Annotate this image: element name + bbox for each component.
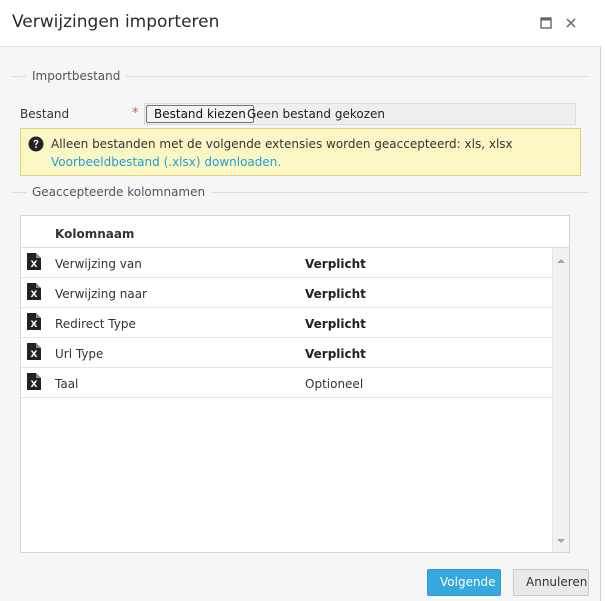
- grid-header: Kolomnaam: [21, 216, 569, 248]
- excel-file-icon: X: [27, 343, 41, 360]
- excel-file-icon: X: [27, 373, 41, 390]
- maximize-icon[interactable]: [537, 14, 555, 32]
- download-example-link[interactable]: Voorbeeldbestand (.xlsx) downloaden.: [51, 155, 281, 169]
- import-dialog: Verwijzingen importeren Importbestand Be…: [0, 0, 601, 601]
- table-row[interactable]: X Url Type Verplicht: [21, 338, 552, 368]
- close-icon[interactable]: [562, 14, 580, 32]
- file-input[interactable]: Bestand kiezen Geen bestand gekozen: [144, 103, 576, 125]
- table-row[interactable]: X Redirect Type Verplicht: [21, 308, 552, 338]
- info-box: Alleen bestanden met de volgende extensi…: [20, 128, 581, 176]
- grid-scrollbar[interactable]: [552, 248, 569, 552]
- table-row[interactable]: X Taal Optioneel: [21, 368, 552, 398]
- accepted-columns-fieldset: Geaccepteerde kolomnamen: [12, 185, 589, 199]
- column-name: Redirect Type: [55, 317, 136, 331]
- table-row[interactable]: X Verwijzing naar Verplicht: [21, 278, 552, 308]
- choose-file-button[interactable]: Bestand kiezen: [146, 105, 254, 123]
- dialog-title: Verwijzingen importeren: [12, 12, 220, 32]
- scroll-up-arrow-icon[interactable]: [557, 253, 565, 267]
- fieldset-legend-columns: Geaccepteerde kolomnamen: [26, 185, 212, 199]
- table-row[interactable]: X Verwijzing van Verplicht: [21, 248, 552, 278]
- accepted-columns-grid: Kolomnaam X Verwijzing van Verplicht X V…: [20, 215, 570, 553]
- column-header-name: Kolomnaam: [55, 227, 135, 241]
- excel-file-icon: X: [27, 313, 41, 330]
- column-name: Taal: [55, 377, 79, 391]
- svg-text:X: X: [31, 380, 38, 390]
- allowed-extensions-text: Alleen bestanden met de volgende extensi…: [51, 137, 513, 151]
- scroll-down-arrow-icon[interactable]: [557, 533, 565, 547]
- fieldset-legend-import: Importbestand: [26, 69, 127, 83]
- cancel-button[interactable]: Annuleren: [513, 569, 589, 596]
- column-name: Verwijzing van: [55, 257, 142, 271]
- svg-text:X: X: [31, 290, 38, 300]
- column-requirement: Verplicht: [305, 287, 366, 301]
- next-button[interactable]: Volgende: [427, 569, 501, 596]
- question-circle-icon: [28, 136, 44, 152]
- column-requirement: Verplicht: [305, 257, 366, 271]
- excel-file-icon: X: [27, 253, 41, 270]
- column-name: Url Type: [55, 347, 104, 361]
- required-marker: *: [132, 106, 139, 121]
- column-name: Verwijzing naar: [55, 287, 147, 301]
- import-file-fieldset: Importbestand: [12, 69, 589, 83]
- excel-file-icon: X: [27, 283, 41, 300]
- svg-text:X: X: [31, 320, 38, 330]
- column-requirement: Optioneel: [305, 377, 364, 391]
- svg-text:X: X: [31, 260, 38, 270]
- column-requirement: Verplicht: [305, 317, 366, 331]
- file-label: Bestand: [20, 107, 70, 121]
- column-requirement: Verplicht: [305, 347, 366, 361]
- file-status-text: Geen bestand gekozen: [247, 107, 385, 121]
- svg-text:X: X: [31, 350, 38, 360]
- dialog-titlebar: Verwijzingen importeren: [0, 0, 601, 47]
